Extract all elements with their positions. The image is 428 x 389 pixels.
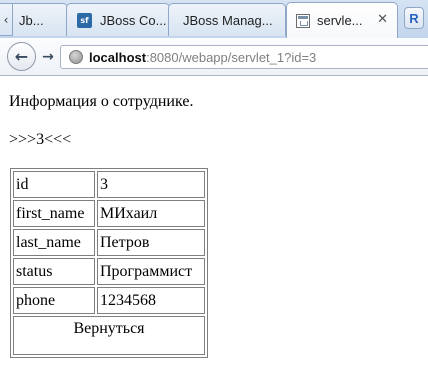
field-value: Петров <box>97 229 205 256</box>
tab-jboss-manager[interactable]: JBoss Manag... <box>168 3 286 36</box>
table-row: first_name МИхаил <box>13 200 205 227</box>
tab-label: JBoss Co... <box>100 12 167 28</box>
table-row: status Программист <box>13 258 205 285</box>
field-value: 3 <box>97 171 205 198</box>
table-row: Вернуться <box>13 316 205 355</box>
page-favicon-icon <box>296 13 310 28</box>
arrow-left-icon: ← <box>14 47 29 66</box>
field-name: status <box>13 258 95 285</box>
tab-jboss-partial[interactable]: Jb... <box>8 3 68 36</box>
tab-label: Jb... <box>19 12 44 28</box>
field-value: Программист <box>97 258 205 285</box>
sourceforge-favicon-icon: sf <box>77 12 92 28</box>
field-value: МИхаил <box>97 200 205 227</box>
arrow-right-icon: → <box>42 49 54 65</box>
field-name: first_name <box>13 200 95 227</box>
tab-label: servle... <box>317 13 363 28</box>
globe-icon <box>69 50 83 64</box>
page-heading: Информация о сотруднике. <box>9 93 194 110</box>
tab-jboss-community[interactable]: sf JBoss Co... <box>66 3 170 36</box>
back-button[interactable]: ← <box>7 42 36 71</box>
address-bar[interactable]: localhost :8080/webapp/servlet_1?id=3 <box>60 45 428 69</box>
extension-icon[interactable]: R <box>404 7 424 29</box>
url-path: :8080/webapp/servlet_1?id=3 <box>146 49 317 65</box>
field-name: phone <box>13 287 95 314</box>
field-value: 1234568 <box>97 287 205 314</box>
tab-strip: ‹ Jb... sf JBoss Co... JBoss Manag... se… <box>0 0 428 38</box>
field-name: last_name <box>13 229 95 256</box>
employee-id-marker: >>>3<<< <box>9 131 72 148</box>
tab-servlet[interactable]: servle... ✕ <box>286 2 398 38</box>
navigation-toolbar: ← → localhost :8080/webapp/servlet_1?id=… <box>0 38 428 76</box>
back-link[interactable]: Вернуться <box>13 316 205 355</box>
table-row: id 3 <box>13 171 205 198</box>
field-name: id <box>13 171 95 198</box>
url-host: localhost <box>89 49 147 65</box>
employee-table: id 3 first_name МИхаил last_name Петров … <box>10 168 208 358</box>
table-row: last_name Петров <box>13 229 205 256</box>
tab-label: JBoss Manag... <box>183 12 273 28</box>
forward-button[interactable]: → <box>37 46 59 68</box>
close-icon[interactable]: ✕ <box>377 12 388 27</box>
table-row: phone 1234568 <box>13 287 205 314</box>
tab-scroll-left-icon[interactable]: ‹ <box>0 3 13 36</box>
